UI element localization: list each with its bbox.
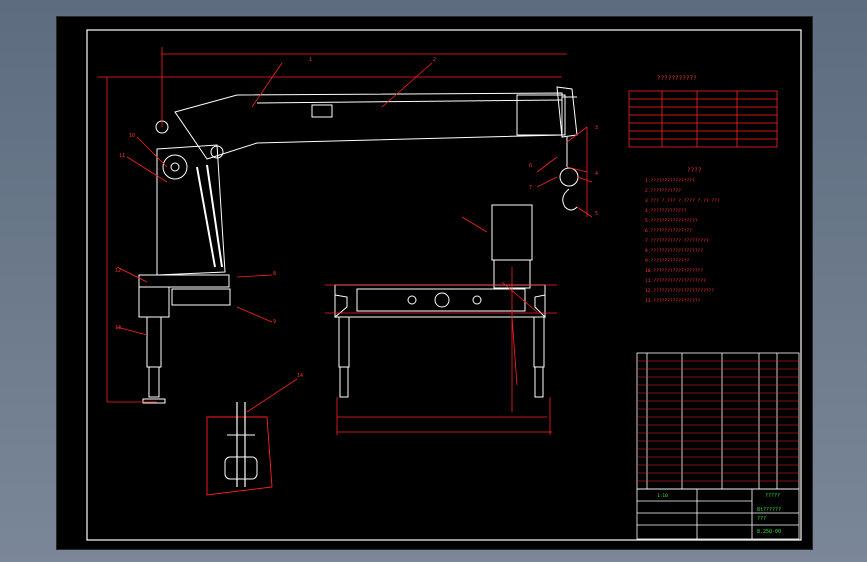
crane-end-view — [334, 204, 546, 398]
cad-drawing: ??????????? ???? 1.???????????????? 2.??… — [86, 29, 802, 541]
callout-label: 6 — [529, 163, 532, 169]
requirement-item: 12.?????????????????????? — [645, 288, 714, 294]
callout-label: 12 — [115, 268, 121, 274]
title-block-scale: 1:10 — [657, 493, 668, 499]
requirement-item: 13.????????????????? — [645, 298, 701, 304]
callout-label: 4 — [595, 171, 598, 177]
drawing-sheet: ??????????? ???? 1.???????????????? 2.??… — [56, 16, 813, 550]
callout-label: 14 — [297, 373, 303, 379]
requirement-item: 9.?????????????? — [645, 258, 689, 264]
callout-label: 5 — [595, 211, 598, 217]
requirement-item: 2.??????????? — [645, 188, 681, 194]
callout-label: 11 — [119, 153, 125, 159]
callout-label: 9 — [273, 319, 276, 325]
callout-label: 3 — [595, 125, 598, 131]
part-callouts: 1 2 3 4 5 6 7 8 9 10 11 12 13 14 — [115, 57, 598, 379]
hook-detail — [206, 378, 298, 496]
title-block-drawing-no: 8.25Q-00 — [757, 529, 781, 535]
requirement-item: 3.??? ?.??? ?.???? ?.?? ??? — [645, 198, 720, 204]
callout-label: 10 — [129, 133, 135, 139]
spec-table — [628, 90, 778, 148]
requirements-title: ???? — [687, 167, 702, 174]
title-block-drawing-name: 8t?????? — [757, 507, 781, 513]
requirement-item: 11.??????????????????? — [645, 278, 706, 284]
requirement-item: 6.??????????????? — [645, 228, 692, 234]
requirement-item: 10.?????????????????? — [645, 268, 703, 274]
title-block-sub-name: ??? — [757, 516, 766, 522]
end-view-dimensions — [325, 216, 557, 435]
parts-list-rows — [637, 360, 799, 482]
callout-label: 2 — [433, 57, 436, 63]
requirement-item: 4.????????????? — [645, 208, 687, 214]
requirement-item: 1.???????????????? — [645, 178, 695, 184]
title-block-school: ????? — [765, 493, 780, 499]
requirement-item: 5.????????????????? — [645, 218, 698, 224]
callout-label: 13 — [115, 325, 121, 331]
parts-list — [636, 352, 800, 490]
callout-label: 7 — [529, 185, 532, 191]
requirement-item: 7.??????????? ????????? — [645, 238, 709, 244]
requirements-list: 1.???????????????? 2.??????????? 3.??? ?… — [645, 178, 720, 304]
callout-label: 1 — [309, 57, 312, 63]
spec-table-title: ??????????? — [657, 75, 697, 82]
requirement-item: 8.??????????????????? — [645, 248, 703, 254]
callout-label: 8 — [273, 271, 276, 277]
